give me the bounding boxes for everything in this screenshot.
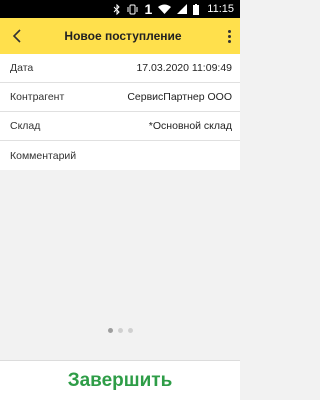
page-dot[interactable] (107, 327, 113, 333)
battery-icon (193, 0, 200, 18)
sim-indicator: 1 (144, 1, 153, 17)
app-bar: Новое поступление (0, 18, 240, 54)
field-counterparty[interactable]: Контрагент СервисПартнер ООО (0, 83, 240, 112)
document-form: Дата 17.03.2020 11:09:49 Контрагент Серв… (0, 54, 240, 170)
more-vert-icon[interactable] (218, 18, 240, 54)
clock: 11:15 (207, 3, 234, 15)
page-dot[interactable] (117, 327, 123, 333)
footer-bar: Завершить (0, 360, 240, 400)
field-label: Комментарий (10, 149, 77, 162)
field-comment[interactable]: Комментарий (0, 141, 240, 170)
page-dot[interactable] (127, 327, 133, 333)
field-value: СервисПартнер ООО (127, 91, 232, 103)
page-indicator (0, 326, 240, 334)
field-label: Дата (10, 62, 34, 74)
vibrate-icon (127, 0, 138, 18)
field-date[interactable]: Дата 17.03.2020 11:09:49 (0, 54, 240, 83)
finish-button[interactable]: Завершить (68, 370, 173, 392)
field-label: Склад (10, 120, 41, 132)
wifi-icon (158, 0, 172, 18)
field-value: *Основной склад (148, 120, 232, 132)
status-bar: 1 11:15 (0, 0, 240, 18)
bluetooth-icon (113, 0, 121, 18)
page-title: Новое поступление (64, 29, 182, 43)
field-warehouse[interactable]: Склад *Основной склад (0, 112, 240, 141)
signal-icon (177, 0, 188, 18)
back-arrow-icon[interactable] (0, 18, 34, 54)
field-value: 17.03.2020 11:09:49 (136, 62, 232, 74)
field-label: Контрагент (10, 91, 65, 103)
